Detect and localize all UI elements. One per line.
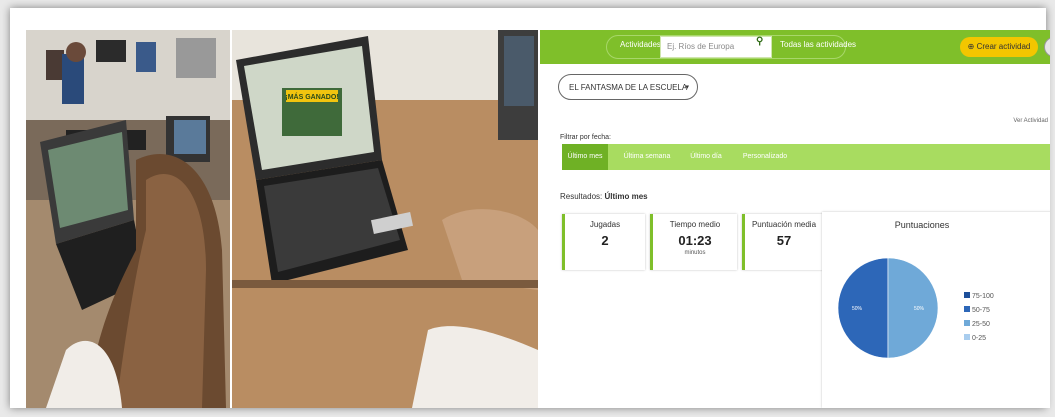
results-prefix: Resultados: <box>560 192 603 201</box>
legend-swatch <box>964 320 970 326</box>
todas-actividades-link[interactable]: Todas las actividades <box>780 40 856 49</box>
top-bar: Actividades Ej. Ríos de Europa ⚲ Todas l… <box>540 30 1050 64</box>
legend-swatch <box>964 334 970 340</box>
crear-actividad-button[interactable]: ⊕ Crear actividad <box>960 37 1038 57</box>
pie-slice-label: 50% <box>914 306 925 312</box>
pie-slice-50-75 <box>837 257 889 359</box>
stat-card-puntuacion-media: Puntuación media 57 <box>742 214 823 270</box>
classroom-photos: ¡MÁS GANADO! <box>26 30 538 408</box>
pie-slice-label: 50% <box>852 306 863 312</box>
stat-card-tiempo-medio: Tiempo medio 01:23 minutos <box>650 214 737 270</box>
tab-ultimo-dia[interactable]: Último día <box>680 144 732 170</box>
crear-actividad-label: Crear actividad <box>976 42 1031 51</box>
stat-value: 2 <box>601 233 609 248</box>
scores-pie-chart: 50% 50% 75-100 50-75 25-50 0-25 <box>837 257 994 359</box>
filter-label: Filtrar por fecha: <box>560 134 611 141</box>
ver-actividad-link[interactable]: Ver Actividad <box>1013 118 1048 124</box>
stat-label: Tiempo medio <box>669 220 721 229</box>
legend-swatch <box>964 306 970 312</box>
stat-unit: minutos <box>684 250 706 256</box>
results-period: Último mes <box>604 192 648 201</box>
date-filter-tabs: Último mes Última semana Último día Pers… <box>562 144 1050 170</box>
results-heading: Resultados: Último mes <box>560 192 648 201</box>
stat-label: Puntuación media <box>751 220 817 229</box>
tab-personalizado[interactable]: Personalizado <box>732 144 798 170</box>
stat-label: Jugadas <box>589 220 621 229</box>
activity-select[interactable]: EL FANTASMA DE LA ESCUELA ▾ <box>558 74 698 100</box>
search-icon[interactable]: ⚲ <box>756 36 763 47</box>
legend-label: 50-75 <box>972 307 990 314</box>
actividades-link[interactable]: Actividades <box>620 40 661 49</box>
avatar[interactable] <box>1044 37 1050 57</box>
stat-value: 01:23 <box>678 233 712 248</box>
activity-dashboard-screenshot: Actividades Ej. Ríos de Europa ⚲ Todas l… <box>540 30 1050 408</box>
stat-value: 57 <box>776 233 792 248</box>
legend-label: 75-100 <box>972 293 994 300</box>
stat-card-jugadas: Jugadas 2 <box>562 214 645 270</box>
plus-icon: ⊕ <box>967 42 975 51</box>
tab-ultimo-mes[interactable]: Último mes <box>562 144 608 170</box>
chart-title: Puntuaciones <box>894 220 950 230</box>
legend-swatch <box>964 292 970 298</box>
figure-frame: ¡MÁS GANADO! Actividades Ej. Ríos de Eur… <box>10 8 1050 408</box>
game-title-text: ¡MÁS GANADO! <box>285 92 338 101</box>
scores-chart-panel: Puntuaciones 50% 50% 75-100 50-75 25-50 0-25 <box>822 212 1050 408</box>
search-placeholder: Ej. Ríos de Europa <box>667 42 735 51</box>
classroom-photo-left <box>26 30 230 408</box>
legend-label: 25-50 <box>972 321 990 328</box>
classroom-photo-right: ¡MÁS GANADO! <box>232 30 538 408</box>
chevron-down-icon: ▾ <box>685 84 689 91</box>
activity-select-value: EL FANTASMA DE LA ESCUELA <box>569 83 688 92</box>
tab-ultima-semana[interactable]: Última semana <box>614 144 680 170</box>
legend-label: 0-25 <box>972 335 986 342</box>
